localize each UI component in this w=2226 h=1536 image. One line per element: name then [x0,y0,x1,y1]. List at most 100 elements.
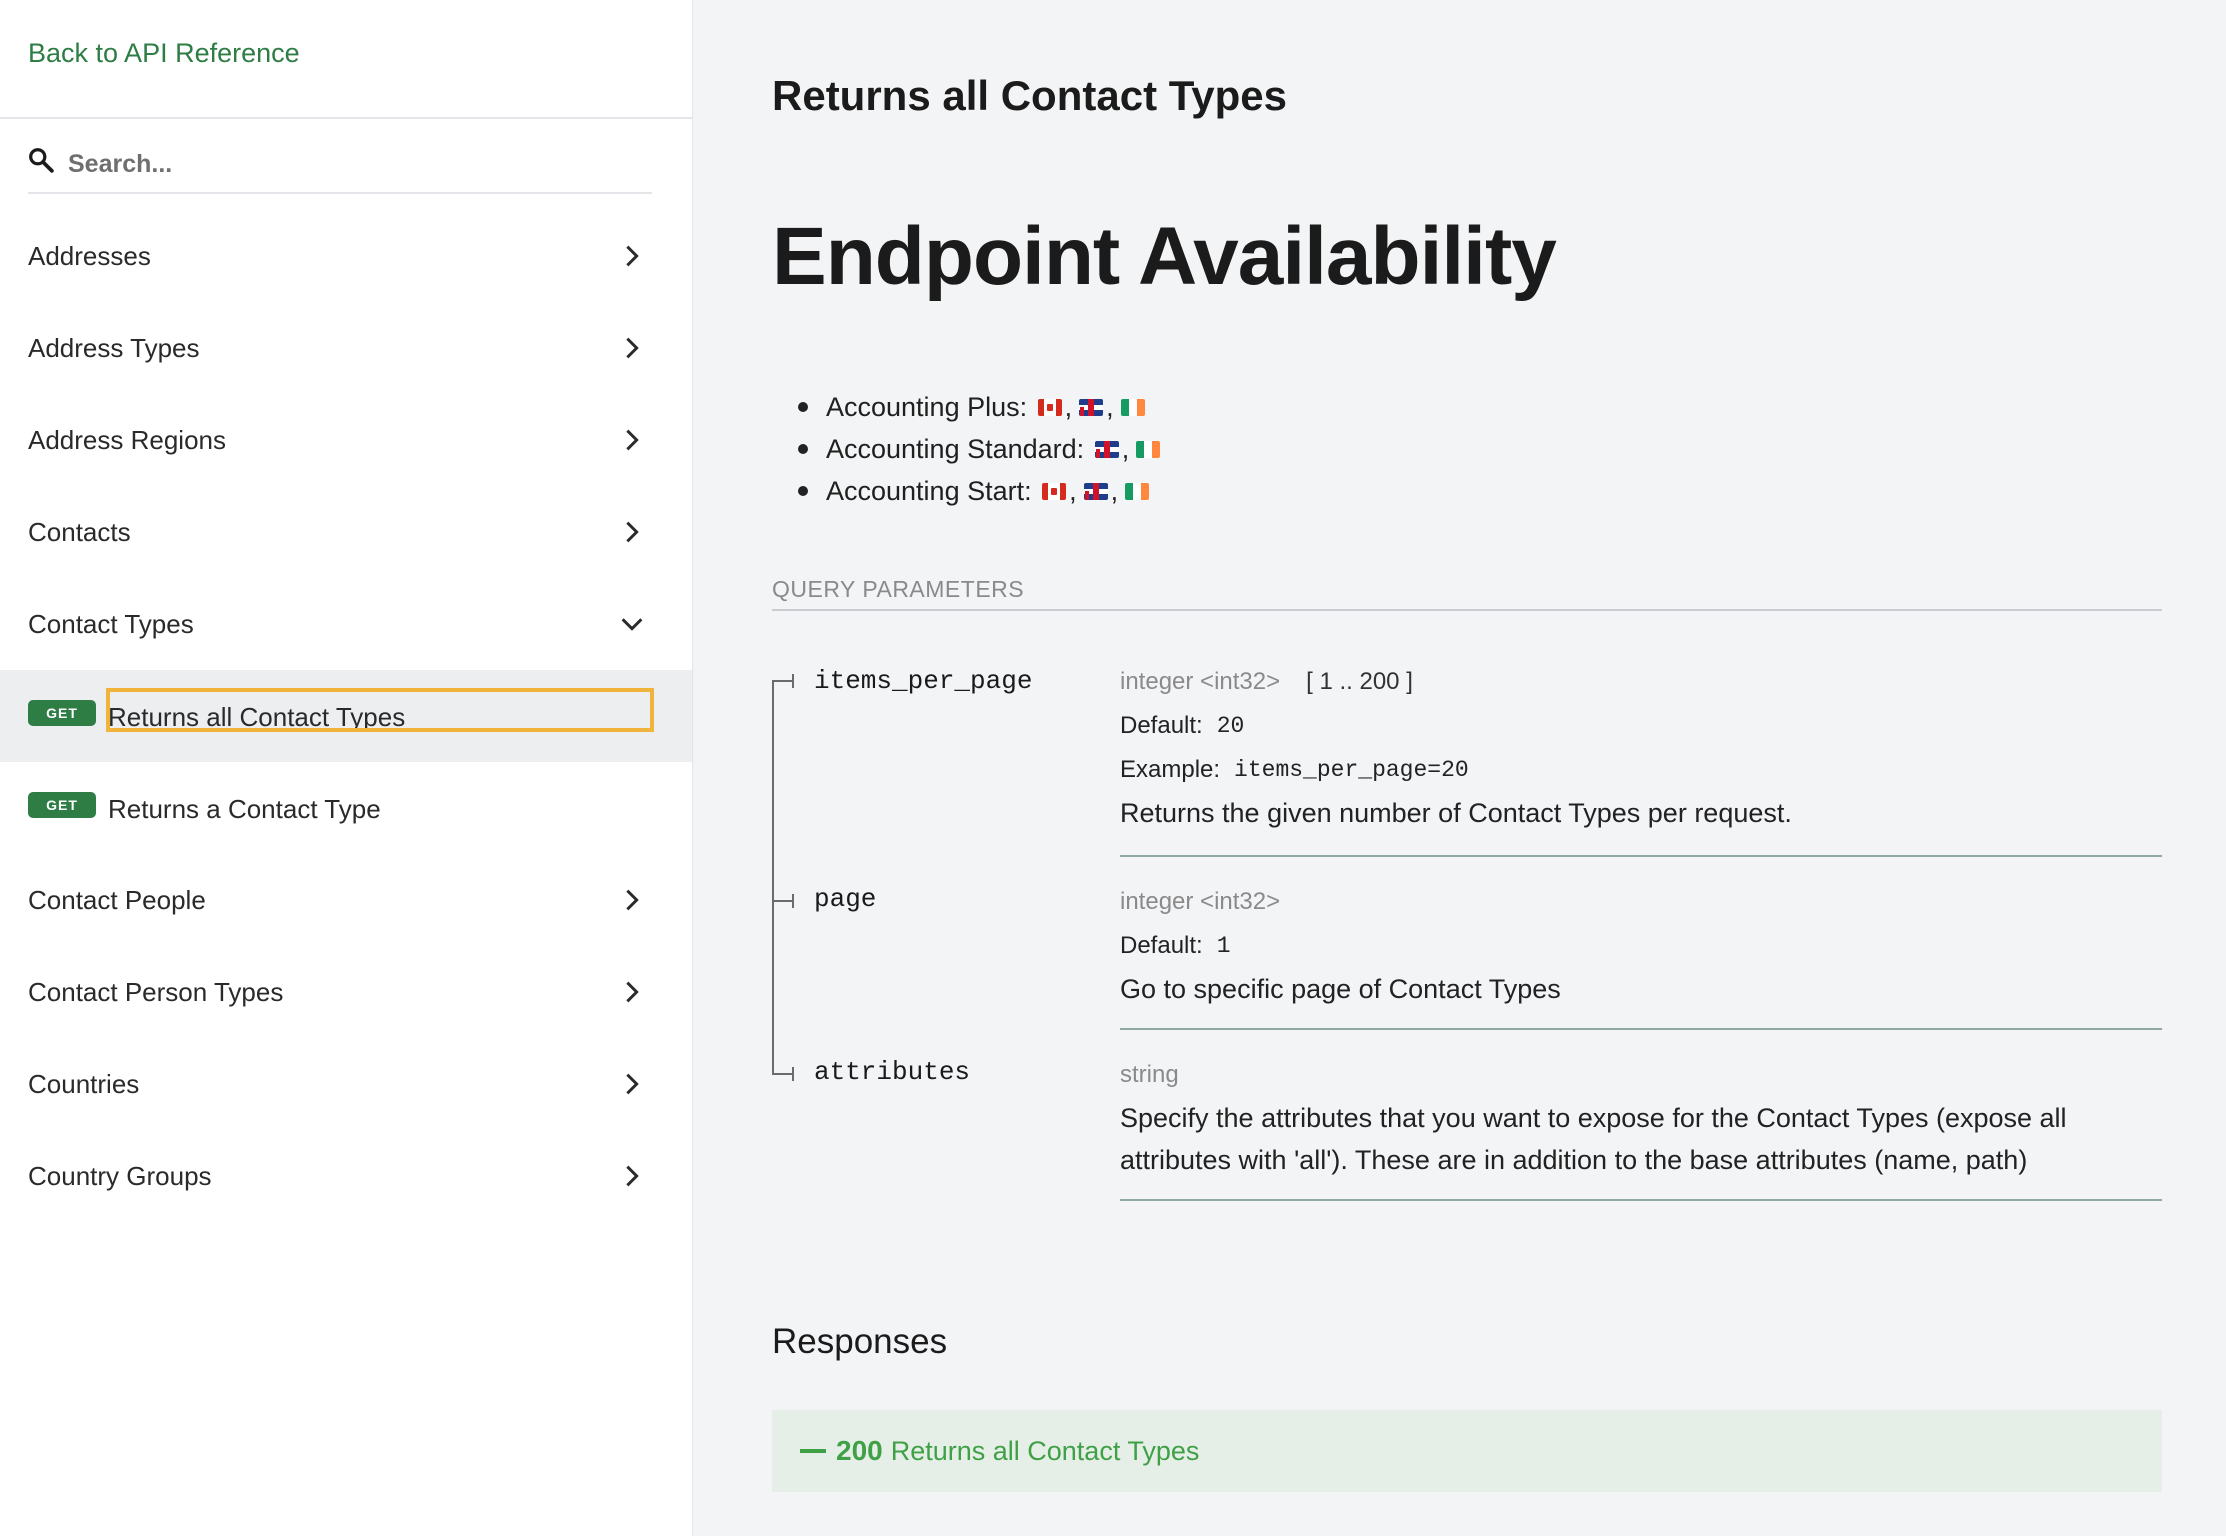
sidebar-item-label: Contact Types [28,608,194,639]
chevron-right-icon [626,1165,639,1187]
chevron-right-icon [626,245,639,267]
param-type: integer <int32> [ 1 .. 200 ] [1120,660,2162,704]
collapse-dash-icon [800,1449,826,1453]
sidebar-item-contact-types[interactable]: Contact Types [0,578,692,670]
ireland-flag-icon [1136,440,1161,458]
param-details: integer <int32> [ 1 .. 200 ] Default: 20… [1120,660,2162,834]
sidebar-item-contact-person-types[interactable]: Contact Person Types [0,946,692,1038]
param-default: Default: 20 [1120,704,2162,748]
chevron-right-icon [626,429,639,451]
get-method-badge: GET [28,700,96,726]
example-value: items_per_page=20 [1234,757,1469,783]
page-title: Returns all Contact Types [772,72,1287,119]
back-to-api-reference-link[interactable]: Back to API Reference [28,38,300,69]
ireland-flag-icon [1120,398,1145,416]
main-content: Returns all Contact Types Endpoint Avail… [772,0,2162,1536]
focus-outline [106,688,654,732]
param-details: integer <int32> Default: 1 Go to specifi… [1120,880,2162,1010]
example-label: Example: [1120,756,1221,783]
chevron-right-icon [626,981,639,1003]
default-label: Default: [1120,932,1203,959]
sidebar-nav: Addresses Address Types Address Regions … [0,210,692,1222]
availability-label: Accounting Start: [826,475,1032,506]
sidebar-item-label: Address Types [28,332,200,363]
search-input[interactable] [68,144,628,184]
availability-item: Accounting Plus: , , [798,386,1163,428]
canada-flag-icon [1037,398,1062,416]
availability-item: Accounting Standard: , [798,428,1163,470]
search-bar [28,136,652,194]
chevron-right-icon [626,889,639,911]
sidebar-item-contacts[interactable]: Contacts [0,486,692,578]
bullet [798,402,808,412]
bullet [798,444,808,454]
param-tree-tick [792,894,794,908]
param-name: items_per_page [814,666,1033,696]
availability-item: Accounting Start: , , [798,470,1163,512]
sidebar-item-addresses[interactable]: Addresses [0,210,692,302]
default-value: 20 [1216,713,1245,739]
response-description: Returns all Contact Types [890,1435,1200,1466]
param-tree-tick [792,674,794,688]
sidebar-item-contact-people[interactable]: Contact People [0,854,692,946]
param-range: [ 1 .. 200 ] [1306,668,1413,695]
query-parameters-header: QUERY PARAMETERS [772,576,2162,611]
param-type-text: string [1120,1061,1179,1088]
sidebar-item-label: Country Groups [28,1160,212,1191]
availability-label: Accounting Plus: [826,391,1028,422]
sidebar-item-address-types[interactable]: Address Types [0,302,692,394]
param-divider [1120,855,2162,857]
param-default: Default: 1 [1120,924,2162,968]
param-example: Example: items_per_page=20 [1120,748,2162,792]
param-tree-line [772,680,774,1074]
param-tree-tick [772,680,792,682]
uk-flag-icon [1079,398,1104,416]
sidebar-item-address-regions[interactable]: Address Regions [0,394,692,486]
sidebar-item-label: Addresses [28,240,151,271]
param-type-text: integer <int32> [1120,668,1281,695]
bullet [798,486,808,496]
param-tree-tick [792,1067,794,1081]
param-tree-tick [772,900,792,902]
param-type: integer <int32> [1120,880,2162,924]
chevron-right-icon [626,1073,639,1095]
uk-flag-icon [1094,440,1119,458]
param-description: Go to specific page of Contact Types [1120,974,1561,1004]
default-label: Default: [1120,712,1203,739]
sidebar-divider [0,117,692,119]
param-divider [1120,1199,2162,1201]
get-method-badge: GET [28,792,96,818]
availability-list: Accounting Plus: , , Accounting Standard… [798,386,1163,512]
sidebar-subitem-returns-a-contact-type[interactable]: GET Returns a Contact Type [0,762,692,854]
sidebar-item-country-groups[interactable]: Country Groups [0,1130,692,1222]
chevron-right-icon [626,521,639,543]
param-divider [1120,1028,2162,1030]
sidebar-subitem-label: Returns a Contact Type [108,794,381,824]
sidebar-item-label: Countries [28,1068,140,1099]
sidebar-item-label: Contact People [28,884,206,915]
param-description: Specify the attributes that you want to … [1120,1103,2067,1175]
sidebar-item-label: Contact Person Types [28,976,284,1007]
param-type-text: integer <int32> [1120,888,1281,915]
param-tree-tick [772,1073,792,1075]
endpoint-availability-heading: Endpoint Availability [772,211,1557,302]
param-name: page [814,884,877,914]
param-details: string Specify the attributes that you w… [1120,1053,2162,1181]
uk-flag-icon [1083,482,1108,500]
responses-heading: Responses [772,1322,948,1361]
response-200-toggle[interactable]: 200 Returns all Contact Types [772,1410,2162,1492]
chevron-down-icon [621,618,643,631]
sidebar-item-label: Address Regions [28,424,226,455]
sidebar: Back to API Reference Addresses Address … [0,0,693,1536]
availability-label: Accounting Standard: [826,433,1085,464]
param-type: string [1120,1053,2162,1097]
chevron-right-icon [626,337,639,359]
param-name: attributes [814,1057,971,1087]
search-icon [29,148,54,173]
param-description: Returns the given number of Contact Type… [1120,798,1792,828]
ireland-flag-icon [1125,482,1150,500]
sidebar-subitem-returns-all-contact-types[interactable]: GET Returns all Contact Types [0,670,692,762]
canada-flag-icon [1042,482,1067,500]
sidebar-item-countries[interactable]: Countries [0,1038,692,1130]
response-status-code: 200 [836,1435,883,1466]
